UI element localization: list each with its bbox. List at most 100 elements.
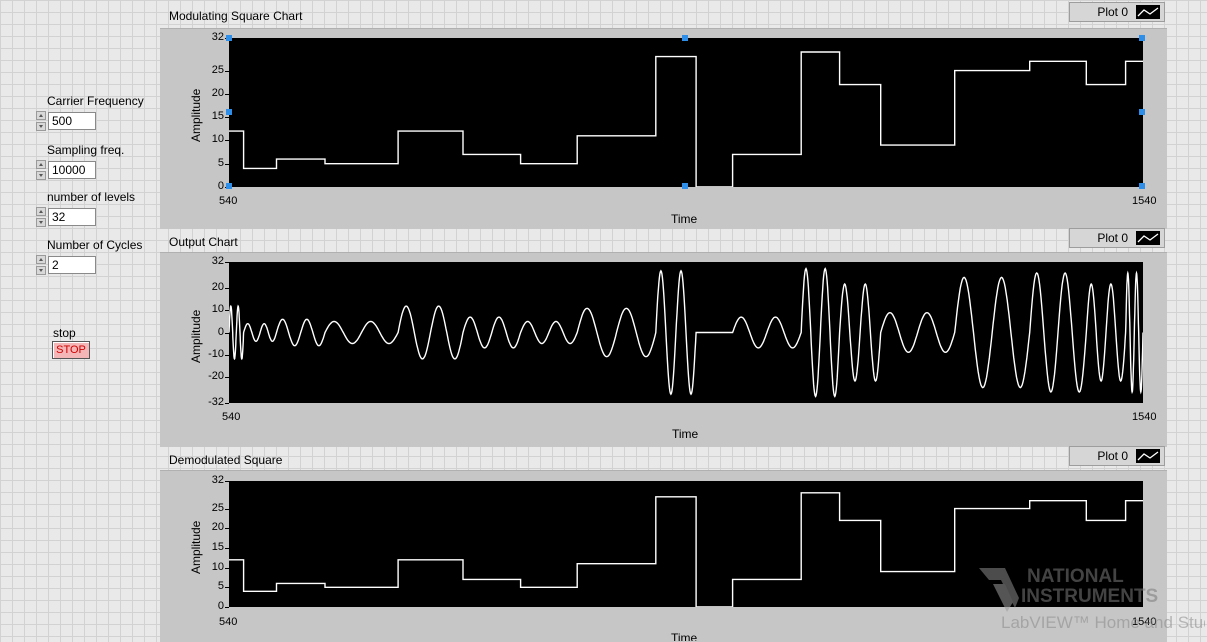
- y-tick-label: 25: [211, 501, 224, 514]
- plot-0-trace: [228, 267, 1144, 398]
- y-tick-label: 5: [217, 156, 224, 169]
- legend-label: Plot 0: [1097, 231, 1128, 245]
- increment-arrow-icon[interactable]: [36, 207, 46, 216]
- increment-arrow-icon[interactable]: [36, 255, 46, 264]
- modulating-plot-area[interactable]: [229, 38, 1143, 188]
- y-tick-label: 0: [217, 325, 224, 338]
- selection-handle[interactable]: [226, 183, 232, 189]
- increment-arrow-icon[interactable]: [36, 160, 46, 169]
- sampling-freq-label: Sampling freq.: [47, 143, 125, 157]
- y-tick-label: 15: [211, 540, 224, 553]
- legend-label: Plot 0: [1097, 449, 1128, 463]
- modulating-chart-title: Modulating Square Chart: [169, 9, 303, 23]
- y-tick-mark: [225, 310, 229, 311]
- modulating-plot-legend[interactable]: Plot 0: [1069, 2, 1165, 22]
- y-tick-label: 32: [211, 31, 224, 43]
- increment-decrement-arrows[interactable]: [36, 111, 46, 131]
- y-tick-mark: [225, 509, 229, 510]
- modulating-x-axis-title: Time: [671, 212, 698, 226]
- increment-decrement-arrows[interactable]: [36, 255, 46, 275]
- y-tick-label: 15: [211, 110, 224, 123]
- y-tick-mark: [225, 117, 229, 118]
- stop-button[interactable]: STOP: [52, 341, 90, 359]
- y-tick-label: -20: [208, 369, 224, 382]
- y-tick-mark: [225, 140, 229, 141]
- decrement-arrow-icon[interactable]: [36, 218, 46, 227]
- number-of-cycles-label: Number of Cycles: [47, 238, 143, 252]
- output-chart-title: Output Chart: [169, 235, 238, 249]
- number-of-cycles-field[interactable]: 2: [48, 256, 96, 274]
- selection-handle[interactable]: [682, 183, 688, 189]
- number-of-levels-label: number of levels: [47, 190, 136, 204]
- y-tick-mark: [225, 403, 229, 404]
- y-tick-mark: [225, 71, 229, 72]
- y-tick-label: 10: [211, 303, 224, 316]
- y-tick-mark: [225, 333, 229, 334]
- y-tick-label: 0: [217, 600, 224, 612]
- stop-label: stop: [53, 326, 76, 340]
- number-of-levels-field[interactable]: 32: [48, 208, 96, 226]
- y-tick-mark: [225, 607, 229, 608]
- y-tick-mark: [225, 355, 229, 356]
- number-of-cycles-control[interactable]: 2: [36, 255, 96, 275]
- output-plot-svg: [228, 267, 1144, 398]
- selection-handle[interactable]: [226, 35, 232, 41]
- selection-handle[interactable]: [226, 109, 232, 115]
- y-tick-mark: [225, 288, 229, 289]
- output-plot-legend[interactable]: Plot 0: [1069, 228, 1165, 248]
- number-of-levels-control[interactable]: 32: [36, 207, 96, 227]
- y-tick-label: -10: [208, 347, 224, 360]
- decrement-arrow-icon[interactable]: [36, 122, 46, 131]
- y-tick-label: 20: [211, 521, 224, 534]
- legend-label: Plot 0: [1097, 5, 1128, 19]
- modulating-x-max-label: 1540: [1132, 195, 1157, 207]
- increment-decrement-arrows[interactable]: [36, 207, 46, 227]
- selection-handle[interactable]: [1139, 183, 1145, 189]
- y-tick-label: 25: [211, 63, 224, 76]
- demodulated-x-axis-title: Time: [671, 631, 698, 641]
- output-x-min-label: 540: [222, 411, 241, 423]
- carrier-frequency-field[interactable]: 500: [48, 112, 96, 130]
- carrier-frequency-label: Carrier Frequency: [47, 94, 144, 108]
- increment-arrow-icon[interactable]: [36, 111, 46, 120]
- plot-0-trace: [229, 51, 1143, 188]
- y-tick-label: 5: [217, 580, 224, 593]
- y-tick-label: 32: [211, 474, 224, 486]
- y-tick-label: 0: [217, 180, 224, 192]
- y-tick-label: 20: [211, 281, 224, 294]
- y-tick-label: 10: [211, 560, 224, 573]
- demodulated-plot-area[interactable]: [229, 481, 1143, 608]
- modulating-x-min-label: 540: [219, 195, 238, 207]
- y-tick-label: -32: [208, 396, 224, 408]
- y-tick-mark: [225, 377, 229, 378]
- decrement-arrow-icon[interactable]: [36, 266, 46, 275]
- demodulated-plot-legend[interactable]: Plot 0: [1069, 446, 1165, 466]
- selection-handle[interactable]: [682, 35, 688, 41]
- y-tick-mark: [225, 164, 229, 165]
- selection-handle[interactable]: [1139, 109, 1145, 115]
- y-tick-label: 20: [211, 86, 224, 99]
- demodulated-x-max-label: 1540: [1132, 616, 1157, 628]
- y-tick-mark: [225, 94, 229, 95]
- carrier-frequency-control[interactable]: 500: [36, 111, 96, 131]
- decrement-arrow-icon[interactable]: [36, 171, 46, 180]
- demodulated-plot-svg: [229, 492, 1143, 608]
- demodulated-x-min-label: 540: [219, 616, 238, 628]
- plot-0-trace: [229, 492, 1143, 608]
- plot-line-style-icon[interactable]: [1136, 5, 1160, 19]
- sampling-freq-control[interactable]: 10000: [36, 160, 96, 180]
- selection-handle[interactable]: [1139, 35, 1145, 41]
- y-tick-mark: [225, 262, 229, 263]
- modulating-plot-svg: [229, 51, 1143, 188]
- output-x-max-label: 1540: [1132, 411, 1157, 423]
- output-plot-area[interactable]: [228, 262, 1144, 403]
- plot-line-style-icon[interactable]: [1136, 231, 1160, 245]
- plot-line-style-icon[interactable]: [1136, 449, 1160, 463]
- sampling-freq-field[interactable]: 10000: [48, 161, 96, 179]
- y-tick-mark: [225, 587, 229, 588]
- right-edge-strip: [1167, 0, 1207, 641]
- output-x-axis-title: Time: [672, 427, 699, 441]
- increment-decrement-arrows[interactable]: [36, 160, 46, 180]
- y-tick-mark: [225, 528, 229, 529]
- y-tick-mark: [225, 481, 229, 482]
